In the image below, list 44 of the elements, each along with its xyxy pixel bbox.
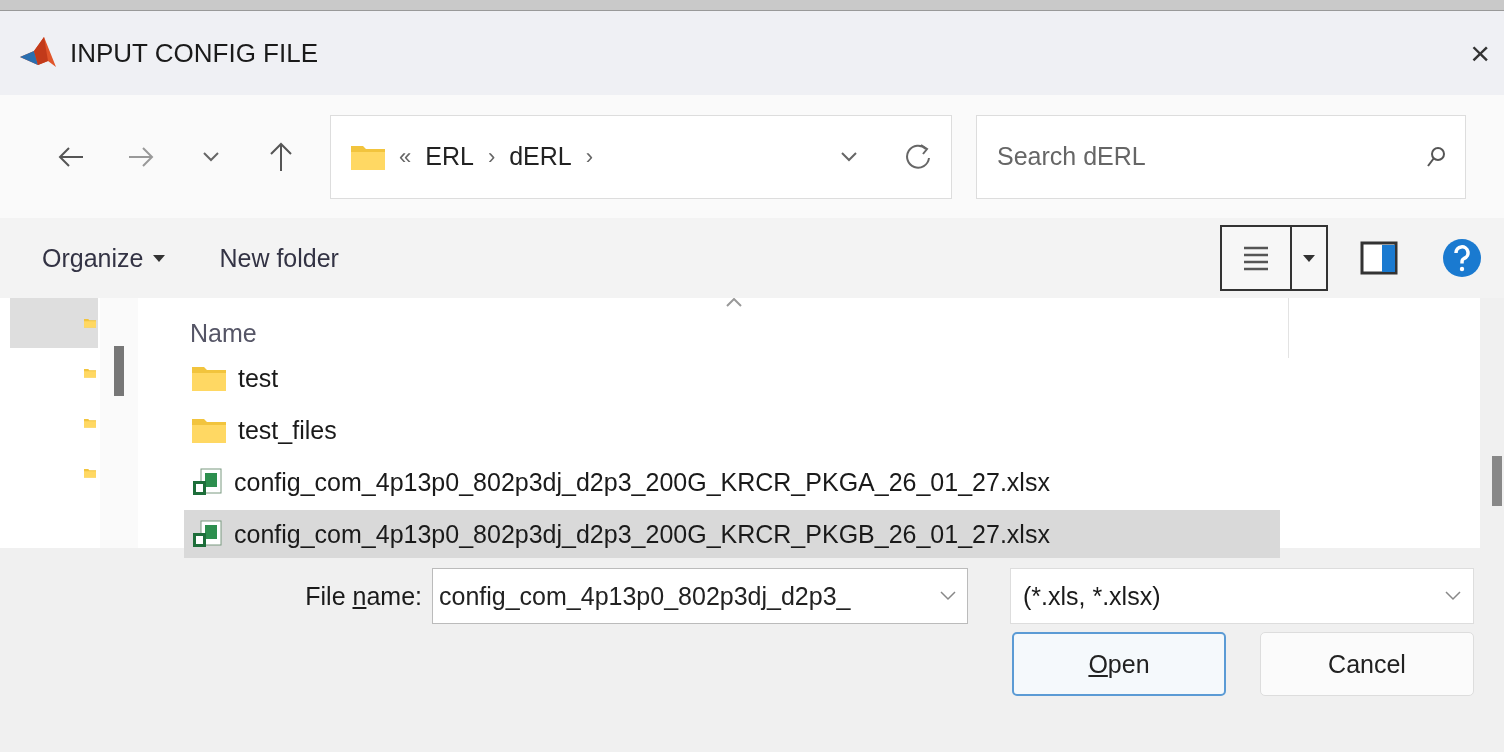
folder-icon: [192, 365, 226, 391]
close-button[interactable]: ×: [1470, 33, 1490, 73]
breadcrumb-item[interactable]: ERL: [425, 142, 474, 171]
spreadsheet-file-icon: [192, 519, 222, 549]
scrollbar-thumb[interactable]: [1492, 456, 1502, 506]
file-row[interactable]: test: [184, 354, 1280, 402]
up-arrow-icon[interactable]: [269, 141, 293, 172]
forward-arrow-icon[interactable]: [128, 145, 154, 168]
spreadsheet-file-icon: [192, 467, 222, 497]
view-button[interactable]: [1220, 225, 1328, 291]
list-view-icon: [1242, 245, 1270, 271]
caret-icon: [153, 254, 166, 262]
search-icon: [1426, 145, 1446, 168]
breadcrumb-overflow[interactable]: «: [399, 143, 412, 170]
chevron-down-icon[interactable]: [1445, 591, 1461, 601]
sort-caret-icon: [726, 298, 742, 307]
peak-logo-icon: [20, 37, 56, 69]
file-row[interactable]: test_files: [184, 406, 1280, 454]
back-arrow-icon[interactable]: [58, 145, 84, 168]
refresh-icon[interactable]: [905, 142, 931, 171]
search-field[interactable]: Search dERL: [976, 114, 1466, 199]
help-icon[interactable]: [1442, 238, 1482, 278]
window-title: INPUT CONFIG FILE: [70, 37, 319, 69]
new-folder-button[interactable]: New folder: [219, 243, 339, 273]
file-row[interactable]: config_com_4p13p0_802p3dj_d2p3_200G_KRCR_PKGB_26_01_27.xlsx: [184, 510, 1280, 558]
breadcrumb-separator[interactable]: ›: [487, 143, 496, 170]
caret-icon: [1303, 254, 1315, 262]
organize-menu[interactable]: Organize: [42, 243, 166, 273]
scrollbar-thumb[interactable]: [114, 346, 124, 396]
open-button[interactable]: Open: [1012, 632, 1226, 696]
folder-icon: [192, 417, 226, 443]
file-type-dropdown[interactable]: (*.xls, *.xlsx): [1010, 568, 1474, 624]
breadcrumb-separator[interactable]: ›: [585, 143, 594, 170]
preview-pane-icon[interactable]: [1360, 241, 1398, 275]
chevron-down-icon[interactable]: [841, 151, 857, 162]
cancel-button[interactable]: Cancel: [1260, 632, 1474, 696]
column-header[interactable]: Name: [190, 319, 257, 348]
folder-icon: [351, 143, 385, 170]
file-name-field[interactable]: config_com_4p13p0_802p3dj_d2p3_: [432, 568, 968, 624]
chevron-down-icon[interactable]: [940, 591, 956, 601]
file-row[interactable]: config_com_4p13p0_802p3dj_d2p3_200G_KRCR_PKGA_26_01_27.xlsx: [184, 458, 1280, 506]
chevron-down-icon[interactable]: [203, 151, 219, 162]
breadcrumb-item[interactable]: dERL: [509, 142, 572, 171]
field-label: File name:: [305, 581, 422, 611]
